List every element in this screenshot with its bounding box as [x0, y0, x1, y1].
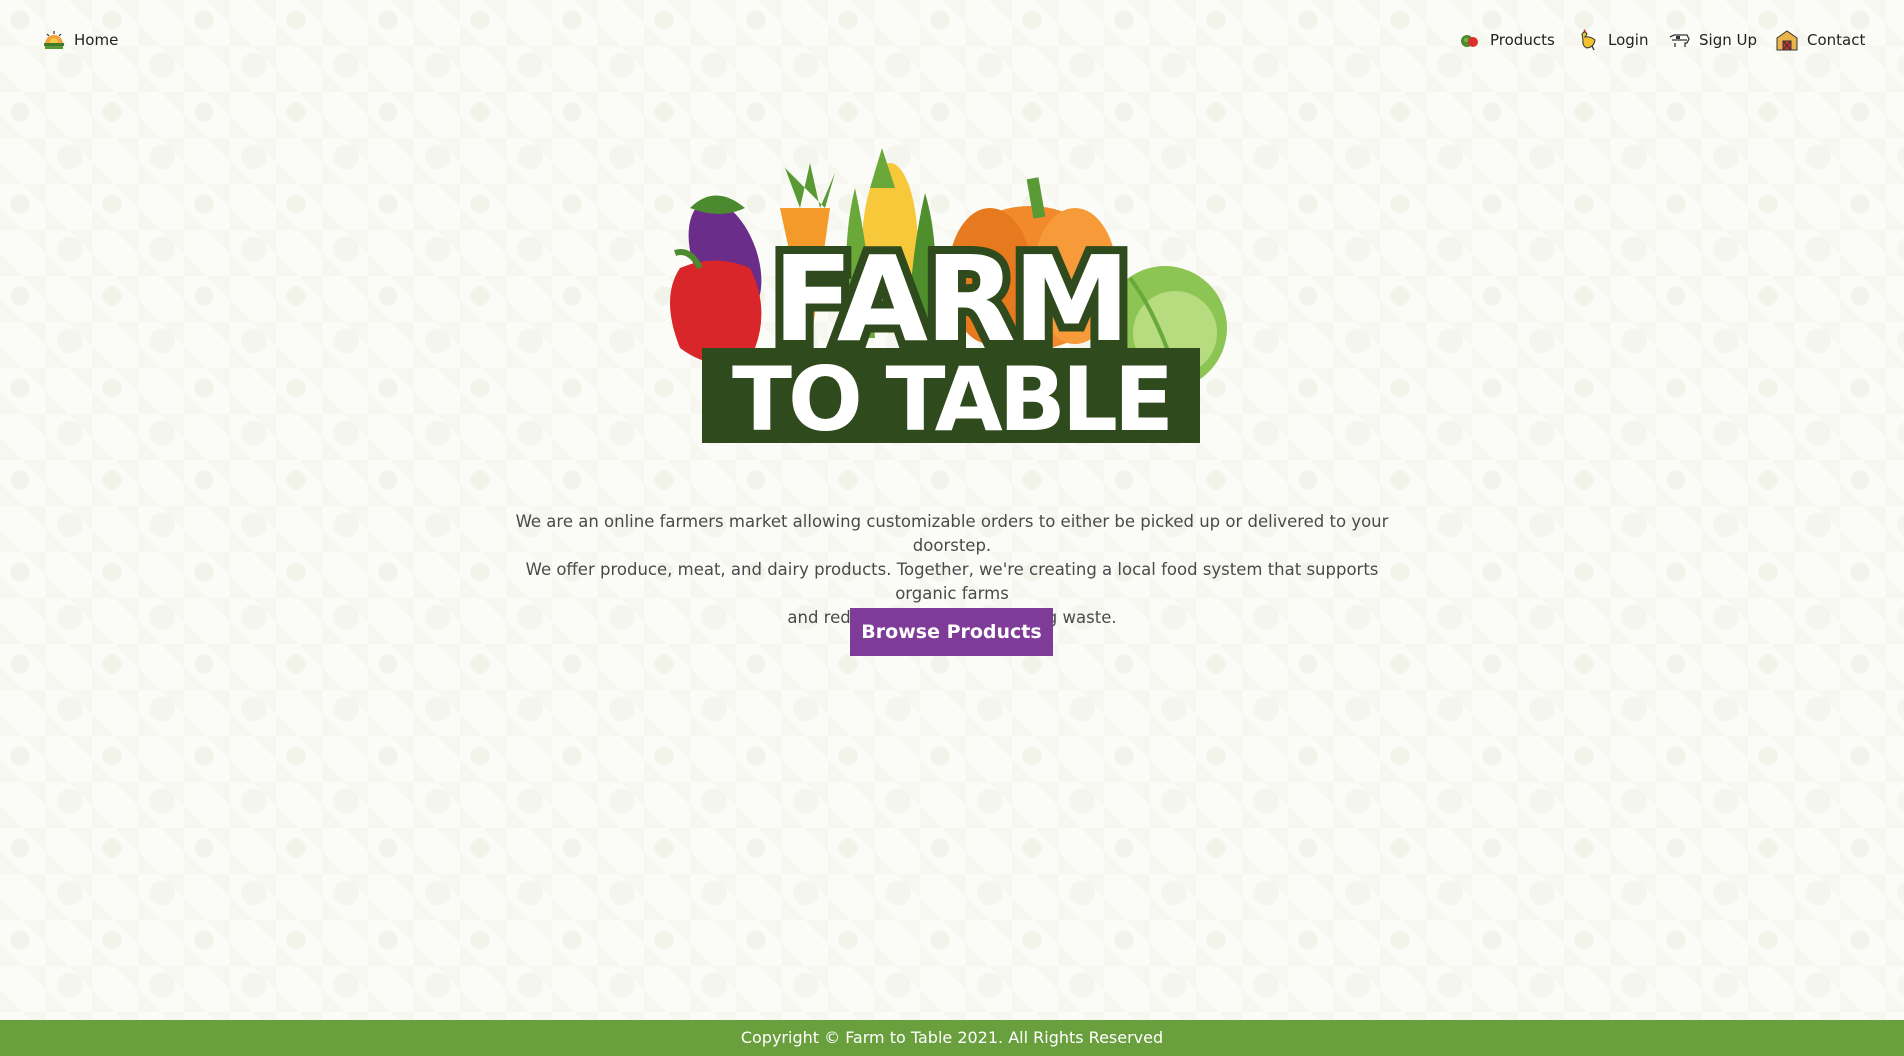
nav-home-label: Home: [74, 31, 119, 49]
nav-signup-link[interactable]: Sign Up: [1667, 28, 1757, 52]
nav-contact-label: Contact: [1807, 31, 1866, 49]
nav-login-link[interactable]: Login: [1576, 28, 1648, 52]
top-navigation: Home Products Login Sign Up Contact: [0, 0, 1904, 84]
vegetables-icon: [1458, 28, 1482, 52]
farm-to-table-logo: FARM TO TABLE: [660, 148, 1240, 488]
nav-products-link[interactable]: Products: [1458, 28, 1555, 52]
nav-contact-link[interactable]: Contact: [1775, 28, 1865, 52]
farm-sun-icon: [42, 28, 66, 52]
barn-icon: [1775, 28, 1799, 52]
nav-home-link[interactable]: Home: [42, 28, 118, 52]
nav-login-label: Login: [1608, 31, 1649, 49]
rooster-icon: [1576, 28, 1600, 52]
footer-copyright: Copyright © Farm to Table 2021. All Righ…: [740, 1028, 1164, 1047]
browse-products-button[interactable]: Browse Products: [850, 608, 1053, 656]
cow-icon: [1667, 28, 1691, 52]
footer: Copyright © Farm to Table 2021. All Righ…: [0, 1020, 1904, 1056]
logo-line-to-table: TO TABLE: [732, 348, 1170, 451]
intro-line-1: We are an online farmers market allowing…: [515, 512, 1389, 555]
nav-signup-label: Sign Up: [1699, 31, 1757, 49]
nav-products-label: Products: [1490, 31, 1555, 49]
intro-line-2: We offer produce, meat, and dairy produc…: [525, 560, 1379, 603]
